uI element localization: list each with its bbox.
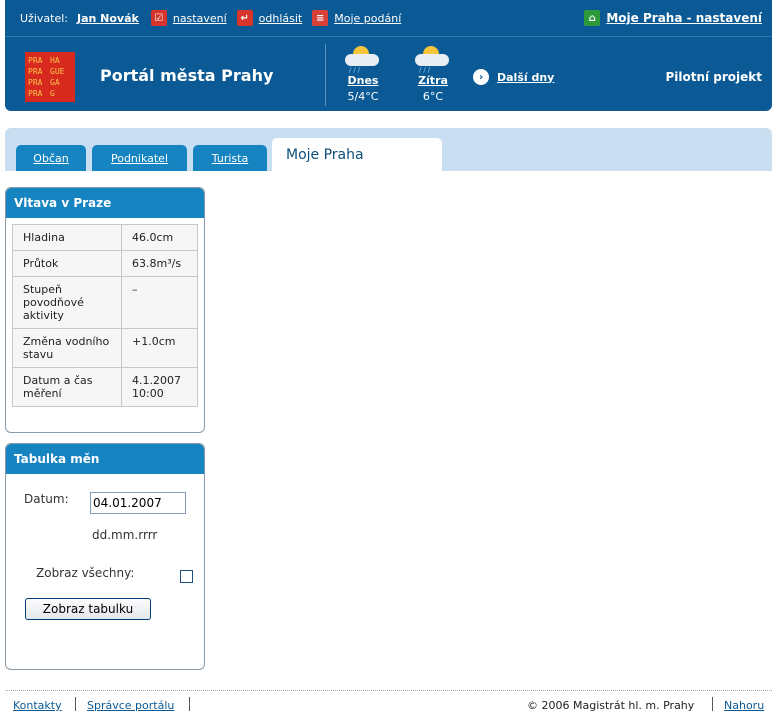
vltava-table: Hladina 46.0cm Průtok 63.8m³/s Stupeň po… [12, 224, 198, 407]
table-row: Hladina 46.0cm [12, 224, 198, 251]
show-all-checkbox[interactable] [180, 570, 193, 583]
top-link[interactable]: Nahoru [724, 699, 764, 712]
divider [75, 697, 76, 711]
weather-tomorrow[interactable]: /// Zítra 6°C [408, 46, 458, 103]
table-row: Průtok 63.8m³/s [12, 250, 198, 277]
vltava-panel-title: Vltava v Praze [6, 188, 204, 218]
divider [325, 44, 326, 106]
divider [712, 697, 713, 711]
logout-link[interactable]: ↵ odhlásit [236, 10, 302, 26]
user-name-link[interactable]: Jan Novák [77, 12, 139, 25]
tab-turista[interactable]: Turista [193, 145, 267, 171]
copyright: © 2006 Magistrát hl. m. Prahy [527, 699, 695, 712]
table-row: Změna vodního stavu +1.0cm [12, 328, 198, 368]
date-label: Datum: [24, 492, 69, 506]
brand-row: PRA HA PRA GUE PRA GA PRA G Portál města… [5, 38, 772, 111]
weather-tomorrow-temp: 6°C [422, 90, 444, 103]
my-submissions-link[interactable]: ≡ Moje podání [312, 10, 401, 26]
show-table-button[interactable]: Zobraz tabulku [25, 598, 151, 620]
weather-today[interactable]: /// Dnes 5/4°C [338, 46, 388, 103]
home-icon: ⌂ [584, 10, 601, 26]
exchange-panel-title: Tabulka měn [6, 444, 204, 474]
show-all-label: Zobraz všechny: [36, 566, 135, 580]
vltava-panel: Vltava v Praze Hladina 46.0cm Průtok 63.… [5, 187, 205, 433]
weather-tomorrow-label: Zítra [418, 74, 448, 87]
exchange-panel: Tabulka měn Datum: dd.mm.rrrr Zobraz vše… [5, 443, 205, 670]
tab-moje-praha[interactable]: Moje Praha [272, 138, 442, 171]
next-days-link[interactable]: › Další dny [473, 69, 554, 85]
logout-icon: ↵ [236, 10, 253, 26]
table-row: Stupeň povodňové aktivity – [12, 276, 198, 329]
date-format-hint: dd.mm.rrrr [92, 528, 158, 542]
weather-cloud-icon: /// [343, 46, 383, 74]
divider [189, 697, 190, 711]
contacts-link[interactable]: Kontakty [13, 699, 62, 712]
form-icon: ≡ [312, 10, 329, 26]
settings-link[interactable]: ☑ nastavení [150, 10, 227, 26]
weather-today-temp: 5/4°C [347, 90, 379, 103]
pilot-project-label: Pilotní projekt [665, 70, 762, 84]
chevron-right-icon: › [473, 69, 489, 85]
prague-logo[interactable]: PRA HA PRA GUE PRA GA PRA G [25, 52, 75, 102]
date-input[interactable] [90, 492, 186, 514]
table-row: Datum a čas měření 4.1.2007 10:00 [12, 367, 198, 407]
my-prague-settings-link[interactable]: ⌂ Moje Praha - nastavení [584, 10, 762, 26]
checklist-icon: ☑ [150, 10, 167, 26]
site-header: Uživatel: Jan Novák ☑ nastavení ↵ odhlás… [5, 0, 772, 111]
portal-title: Portál města Prahy [100, 66, 274, 85]
admin-link[interactable]: Správce portálu [87, 699, 174, 712]
tab-bar: Občan Podnikatel Turista Moje Praha [5, 128, 772, 171]
footer: Kontakty Správce portálu © 2006 Magistrá… [5, 690, 772, 718]
tab-podnikatel[interactable]: Podnikatel [92, 145, 187, 171]
weather-cloud-icon: /// [413, 46, 453, 74]
tab-obcan[interactable]: Občan [16, 145, 86, 171]
weather-today-label: Dnes [347, 74, 379, 87]
user-label: Uživatel: [20, 11, 68, 25]
